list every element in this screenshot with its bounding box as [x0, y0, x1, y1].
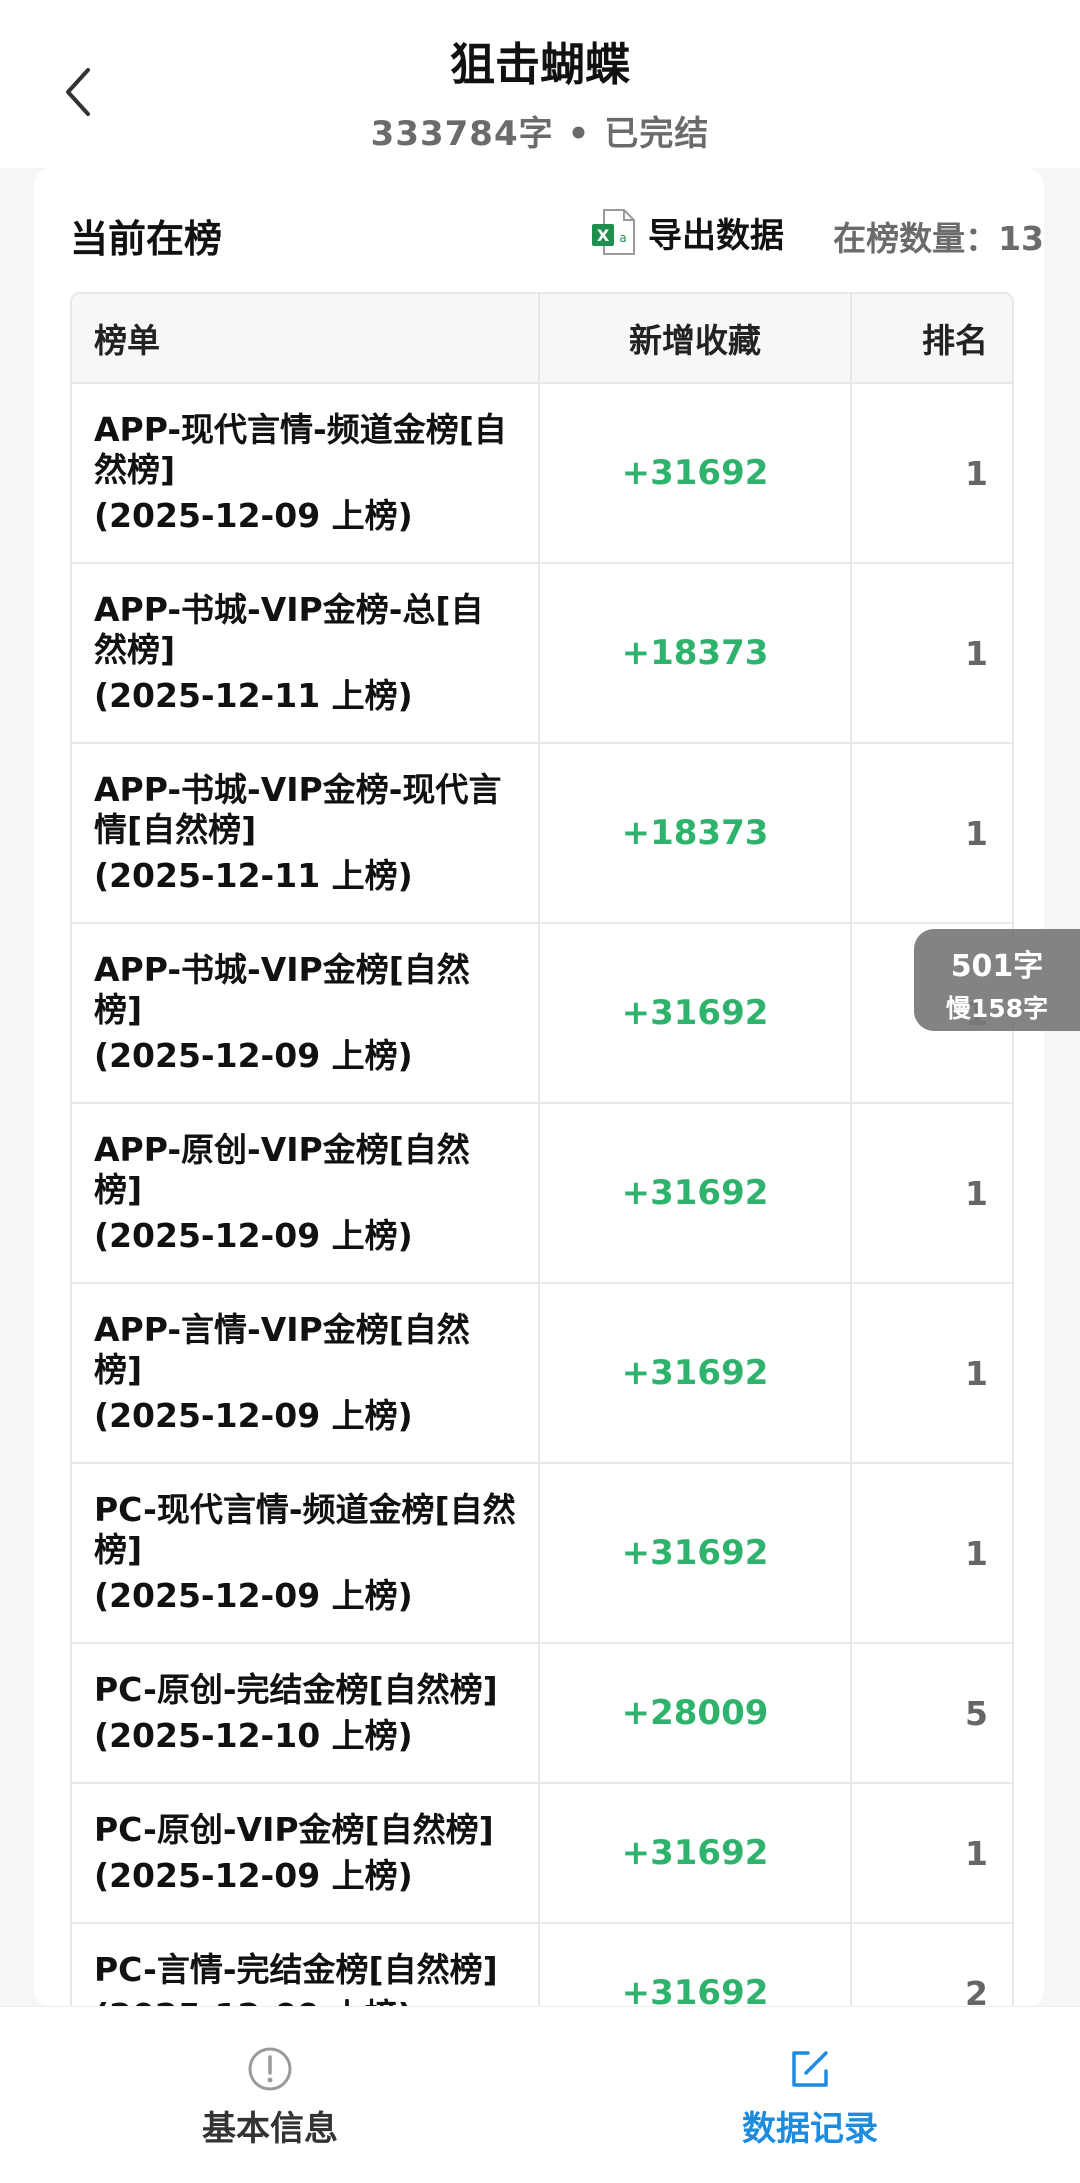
section-title: 当前在榜 — [70, 217, 223, 261]
list-date: (2025-12-09 上榜) — [94, 1856, 413, 1895]
list-date: (2025-12-11 上榜) — [94, 856, 413, 895]
column-header-rank: 排名 — [922, 321, 988, 360]
badge-word-count: 501字 — [950, 949, 1044, 984]
list-name: PC-原创-完结金榜[自然榜] — [94, 1670, 498, 1709]
rank-value: 1 — [965, 453, 988, 493]
list-name: PC-现代言情-频道金榜[自然榜] — [94, 1490, 516, 1569]
list-date: (2025-12-09 上榜) — [94, 1216, 413, 1255]
header: 狙击蝴蝶 333784字 • 已完结 — [0, 0, 1080, 168]
increase-value: +18373 — [621, 633, 769, 673]
tab-data-records[interactable]: 数据记录 — [670, 2045, 950, 2150]
list-name: APP-书城-VIP金榜-总[自然榜] — [94, 590, 484, 669]
table-row: APP-原创-VIP金榜[自然榜] (2025-12-09 上榜) +31692… — [72, 1102, 1012, 1282]
page: 狙击蝴蝶 333784字 • 已完结 当前在榜 X a 导出数据 在榜数量：13 榜… — [0, 0, 1080, 2183]
table-row: APP-书城-VIP金榜[自然榜] (2025-12-09 上榜) +31692… — [72, 922, 1012, 1102]
ranking-count: 在榜数量：13 — [833, 219, 1044, 258]
rank-value: 1 — [965, 1173, 988, 1213]
table-row: PC-原创-完结金榜[自然榜] (2025-12-10 上榜) +28009 5 — [72, 1642, 1012, 1782]
increase-value: +31692 — [621, 1353, 769, 1393]
column-header-list: 榜单 — [72, 294, 540, 382]
ranking-table: 榜单 新增收藏 排名 APP-现代言情-频道金榜[自然榜] (2025-12-0… — [70, 292, 1014, 2064]
list-name: APP-原创-VIP金榜[自然榜] — [94, 1130, 470, 1209]
rank-value: 1 — [965, 1353, 988, 1393]
list-date: (2025-12-09 上榜) — [94, 1396, 413, 1435]
list-date: (2025-12-09 上榜) — [94, 1036, 413, 1075]
tab-label: 基本信息 — [202, 2109, 338, 2149]
increase-value: +31692 — [621, 1833, 769, 1873]
list-date: (2025-12-09 上榜) — [94, 1576, 413, 1615]
tab-basic-info[interactable]: 基本信息 — [130, 2045, 410, 2150]
rank-value: 1 — [965, 633, 988, 673]
list-name: PC-原创-VIP金榜[自然榜] — [94, 1810, 494, 1849]
word-count: 333784字 — [370, 114, 554, 154]
table-row: PC-原创-VIP金榜[自然榜] (2025-12-09 上榜) +31692 … — [72, 1782, 1012, 1922]
list-name: APP-现代言情-频道金榜[自然榜] — [94, 410, 507, 489]
ranking-card: 当前在榜 X a 导出数据 在榜数量：13 榜单 新增收藏 排名 APP-现代言… — [34, 168, 1044, 2064]
list-date: (2025-12-11 上榜) — [94, 676, 413, 715]
bottom-nav: 基本信息 数据记录 — [0, 2006, 1080, 2183]
increase-value: +28009 — [621, 1693, 769, 1733]
edit-icon — [792, 2051, 828, 2087]
increase-value: +31692 — [621, 1533, 769, 1573]
export-label: 导出数据 — [648, 215, 784, 256]
increase-value: +31692 — [621, 993, 769, 1033]
list-name: PC-言情-完结金榜[自然榜] — [94, 1950, 498, 1989]
table-header-row: 榜单 新增收藏 排名 — [72, 294, 1012, 382]
increase-value: +31692 — [621, 1173, 769, 1213]
info-icon — [248, 2047, 292, 2091]
table-row: APP-现代言情-频道金榜[自然榜] (2025-12-09 上榜) +3169… — [72, 382, 1012, 562]
list-name: APP-书城-VIP金榜-现代言情[自然榜] — [94, 770, 502, 849]
reading-speed-badge[interactable]: 501字 慢158字 — [914, 929, 1080, 1031]
tab-label: 数据记录 — [742, 2109, 878, 2149]
list-name: APP-言情-VIP金榜[自然榜] — [94, 1310, 470, 1389]
status-text: 已完结 — [604, 114, 710, 154]
badge-slow-count: 慢158字 — [945, 994, 1049, 1023]
table-row: PC-现代言情-频道金榜[自然榜] (2025-12-09 上榜) +31692… — [72, 1462, 1012, 1642]
increase-value: +18373 — [621, 813, 769, 853]
table-row: APP-书城-VIP金榜-总[自然榜] (2025-12-11 上榜) +183… — [72, 562, 1012, 742]
rank-value: 1 — [965, 1533, 988, 1573]
table-row: APP-书城-VIP金榜-现代言情[自然榜] (2025-12-11 上榜) +… — [72, 742, 1012, 922]
book-meta: 333784字 • 已完结 — [0, 106, 1080, 155]
excel-icon: X a — [592, 209, 635, 255]
list-date: (2025-12-09 上榜) — [94, 496, 413, 535]
separator-dot: • — [567, 114, 591, 154]
svg-text:a: a — [619, 231, 626, 245]
column-header-increase: 新增收藏 — [540, 294, 852, 382]
rank-value: 5 — [965, 1693, 988, 1733]
export-data-button[interactable]: X a 导出数据 — [590, 204, 784, 260]
rank-value: 1 — [965, 1833, 988, 1873]
svg-text:X: X — [597, 226, 610, 245]
table-row: APP-言情-VIP金榜[自然榜] (2025-12-09 上榜) +31692… — [72, 1282, 1012, 1462]
increase-value: +31692 — [621, 453, 769, 493]
list-date: (2025-12-10 上榜) — [94, 1716, 413, 1755]
list-name: APP-书城-VIP金榜[自然榜] — [94, 950, 470, 1029]
rank-value: 1 — [965, 813, 988, 853]
page-title: 狙击蝴蝶 — [449, 38, 630, 91]
